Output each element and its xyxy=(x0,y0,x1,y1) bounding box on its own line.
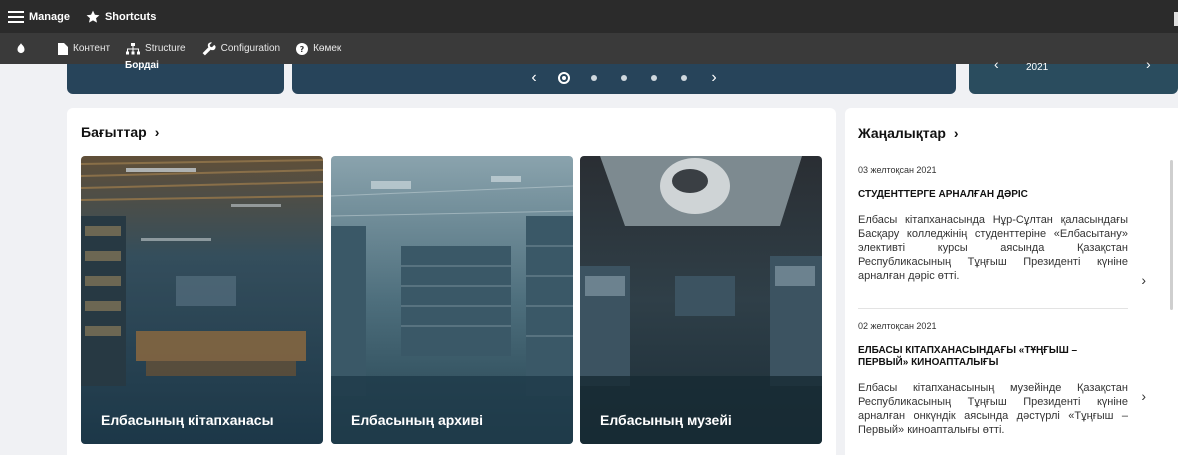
calendar-card: ‹ 2021 › xyxy=(969,56,1178,94)
main-carousel: ‹ › xyxy=(292,64,956,94)
home-link[interactable] xyxy=(0,33,50,64)
structure-label: Structure xyxy=(145,43,186,54)
direction-card-library[interactable]: Елбасының кітапханасы xyxy=(81,156,323,444)
help-label: Көмек xyxy=(313,43,342,54)
news-divider xyxy=(858,308,1128,309)
carousel-navigation: ‹ › xyxy=(292,68,956,88)
content-label: Контент xyxy=(73,43,111,54)
svg-text:?: ? xyxy=(300,45,305,54)
carousel-prev-button[interactable]: ‹ xyxy=(519,70,549,86)
news-open-arrow[interactable]: › xyxy=(1141,272,1146,288)
news-title: Жаңалықтар xyxy=(858,125,946,141)
user-menu-edge[interactable] xyxy=(1174,12,1178,26)
direction-card-museum[interactable]: Елбасының музейі xyxy=(580,156,822,444)
carousel-next-button[interactable]: › xyxy=(699,70,729,86)
left-card-label: Бордаі xyxy=(125,60,159,71)
news-item[interactable]: 02 желтоқсан 2021 ЕЛБАСЫ КІТАПХАНАСЫНДАҒ… xyxy=(858,321,1146,437)
configuration-label: Configuration xyxy=(220,43,281,54)
carousel-left-card[interactable]: Бордаі xyxy=(67,60,284,94)
direction-card-caption: Елбасының музейі xyxy=(600,412,732,428)
news-open-arrow[interactable]: › xyxy=(1141,388,1146,404)
news-panel: Жаңалықтар › 03 желтоқсан 2021 СТУДЕНТТЕ… xyxy=(845,108,1178,455)
library-photo xyxy=(81,156,323,444)
wrench-icon xyxy=(202,41,216,55)
directions-title-link[interactable]: Бағыттар › xyxy=(81,124,159,140)
carousel-dot[interactable] xyxy=(621,75,627,81)
news-summary: Елбасы кітапханасының музейінде Қазақста… xyxy=(858,382,1128,436)
chevron-right-icon: › xyxy=(154,124,160,140)
news-date: 02 желтоқсан 2021 xyxy=(858,321,937,331)
direction-card-caption: Елбасының кітапханасы xyxy=(101,412,274,428)
carousel-dot[interactable] xyxy=(651,75,657,81)
news-item[interactable]: 03 желтоқсан 2021 СТУДЕНТТЕРГЕ АРНАЛҒАН … xyxy=(858,165,1146,288)
calendar-prev-button[interactable]: ‹ xyxy=(994,56,999,72)
sitemap-icon xyxy=(126,42,141,54)
document-icon xyxy=(58,42,68,55)
archive-photo xyxy=(331,156,573,444)
calendar-year: 2021 xyxy=(1026,62,1049,73)
calendar-next-button[interactable]: › xyxy=(1146,56,1151,72)
help-icon: ? xyxy=(296,42,309,55)
news-scrollbar[interactable] xyxy=(1170,160,1173,310)
news-title-link[interactable]: Жаңалықтар › xyxy=(858,125,959,141)
content-menu[interactable]: Контент xyxy=(50,33,118,64)
configuration-menu[interactable]: Configuration xyxy=(194,33,288,64)
directions-panel: Бағыттар › Елбасының кітапханасы Елбасын… xyxy=(67,108,836,455)
direction-card-caption: Елбасының архиві xyxy=(351,412,484,428)
news-headline[interactable]: ЕЛБАСЫ КІТАПХАНАСЫНДАҒЫ «ТҰҢҒЫШ – ПЕРВЫЙ… xyxy=(858,345,1128,369)
news-summary: Елбасы кітапханасында Нұр-Сұлтан қаласын… xyxy=(858,214,1128,282)
carousel-dot[interactable] xyxy=(681,75,687,81)
news-headline[interactable]: СТУДЕНТТЕРГЕ АРНАЛҒАН ДӘРІС xyxy=(858,189,1128,201)
carousel-dot[interactable] xyxy=(591,75,597,81)
star-icon xyxy=(86,10,100,23)
direction-card-archive[interactable]: Елбасының архиві xyxy=(331,156,573,444)
manage-label: Manage xyxy=(29,10,70,23)
museum-photo xyxy=(580,156,822,444)
shortcuts-menu[interactable]: Shortcuts xyxy=(78,0,164,33)
admin-subtoolbar: Контент Structure Configuration ? Көмек xyxy=(0,33,1178,64)
manage-menu[interactable]: Manage xyxy=(0,0,78,33)
help-menu[interactable]: ? Көмек xyxy=(288,33,349,64)
drupal-home-icon xyxy=(17,42,25,53)
hamburger-icon xyxy=(8,10,24,23)
carousel-dot[interactable] xyxy=(558,72,570,84)
chevron-right-icon: › xyxy=(953,125,959,141)
shortcuts-label: Shortcuts xyxy=(104,10,157,23)
directions-title: Бағыттар xyxy=(81,124,147,140)
news-date: 03 желтоқсан 2021 xyxy=(858,165,937,175)
admin-toolbar: Manage Shortcuts xyxy=(0,0,1178,33)
